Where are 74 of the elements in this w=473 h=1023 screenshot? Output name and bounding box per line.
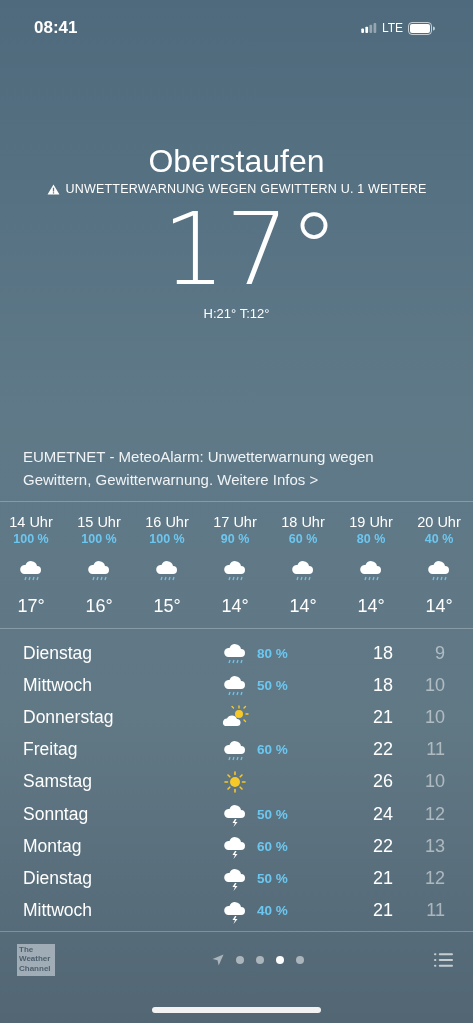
- low-temperature: 13: [423, 835, 445, 857]
- precipitation-chance: 50 %: [256, 677, 289, 693]
- high-temperature: 18: [371, 642, 393, 664]
- hour-temperature: 14°: [221, 596, 249, 617]
- high-temperature: 21: [371, 900, 393, 922]
- high-low-temperature: H:21° T:12°: [203, 306, 270, 321]
- precipitation-chance: 80 %: [256, 645, 289, 661]
- low-temperature: 11: [425, 900, 445, 922]
- page-dot[interactable]: [295, 955, 304, 964]
- low-temperature: 10: [423, 674, 445, 696]
- clock-time: 08:41: [34, 17, 78, 38]
- hour-temperature: 14°: [289, 596, 317, 617]
- page-dot[interactable]: [235, 955, 244, 964]
- high-temperature: 26: [371, 771, 393, 793]
- weekday-label: Sonntag: [22, 803, 90, 825]
- hour-label: 19 Uhr: [349, 514, 393, 531]
- warning-icon: [46, 183, 60, 195]
- alert-text: EUMETNET - MeteoAlarm: Unwetterwarnung wegen Gewittern, Gewitterwarnung. Weitere Infos >: [0, 445, 473, 502]
- precipitation-chance: 100 %: [81, 531, 117, 547]
- sun-icon: [221, 768, 249, 795]
- hour-temperature: 16°: [85, 596, 113, 617]
- low-temperature: 9: [434, 642, 445, 664]
- high-temperature: 18: [371, 674, 393, 696]
- more-info-link[interactable]: Weitere Infos >: [217, 471, 319, 488]
- high-temperature: 21: [371, 867, 393, 889]
- battery-icon: [408, 21, 435, 35]
- hour-label: 16 Uhr: [145, 514, 189, 531]
- low-temperature: 12: [423, 803, 445, 825]
- page-dot[interactable]: [275, 955, 284, 964]
- hour-temperature: 14°: [425, 596, 453, 617]
- city-name: Oberstaufen: [148, 142, 325, 180]
- precipitation-chance: 40 %: [424, 531, 454, 547]
- precipitation-chance: 60 %: [256, 838, 289, 854]
- hour-temperature: 14°: [357, 596, 385, 617]
- precipitation-chance: 80 %: [356, 531, 386, 547]
- low-temperature: 12: [423, 867, 445, 889]
- signal-icon: [360, 23, 377, 33]
- hour-label: 15 Uhr: [77, 514, 121, 531]
- weekday-label: Mittwoch: [22, 900, 94, 922]
- hour-temperature: 17°: [17, 596, 45, 617]
- high-temperature: 21: [371, 706, 393, 728]
- precipitation-chance: 50 %: [256, 806, 289, 822]
- weekday-label: Samstag: [22, 771, 94, 793]
- low-temperature: 11: [425, 739, 445, 761]
- low-temperature: 10: [423, 771, 445, 793]
- hour-label: 18 Uhr: [281, 514, 325, 531]
- list-icon[interactable]: [434, 952, 453, 967]
- high-temperature: 22: [371, 835, 393, 857]
- weekday-label: Montag: [22, 835, 83, 857]
- precipitation-chance: 90 %: [220, 531, 250, 547]
- low-temperature: 10: [423, 706, 445, 728]
- page-dot[interactable]: [255, 955, 264, 964]
- weekday-label: Freitag: [22, 739, 79, 761]
- precipitation-chance: 100 %: [149, 531, 185, 547]
- precipitation-chance: 60 %: [256, 742, 289, 758]
- hour-label: 14 Uhr: [9, 514, 53, 531]
- high-temperature: 24: [371, 803, 393, 825]
- precipitation-chance: 60 %: [288, 531, 318, 547]
- weekday-label: Dienstag: [22, 867, 94, 889]
- weekday-label: Mittwoch: [22, 674, 94, 696]
- current-temperature: 17°: [161, 200, 340, 300]
- weather-channel-logo[interactable]: The Weather Channel: [17, 943, 55, 976]
- weekday-label: Donnerstag: [22, 706, 115, 728]
- hour-temperature: 15°: [153, 596, 181, 617]
- hour-label: 20 Uhr: [417, 514, 461, 531]
- precipitation-chance: 50 %: [256, 870, 289, 886]
- precipitation-chance: 40 %: [256, 903, 289, 919]
- location-arrow-icon[interactable]: [211, 953, 224, 966]
- precipitation-chance: 100 %: [13, 531, 49, 547]
- hour-label: 17 Uhr: [213, 514, 257, 531]
- weather-warning-link[interactable]: UNWETTERWARNUNG WEGEN GEWITTERN U. 1 WEITERE: [65, 182, 427, 196]
- high-temperature: 22: [371, 739, 393, 761]
- weekday-label: Dienstag: [22, 642, 94, 664]
- network-label: LTE: [381, 21, 403, 35]
